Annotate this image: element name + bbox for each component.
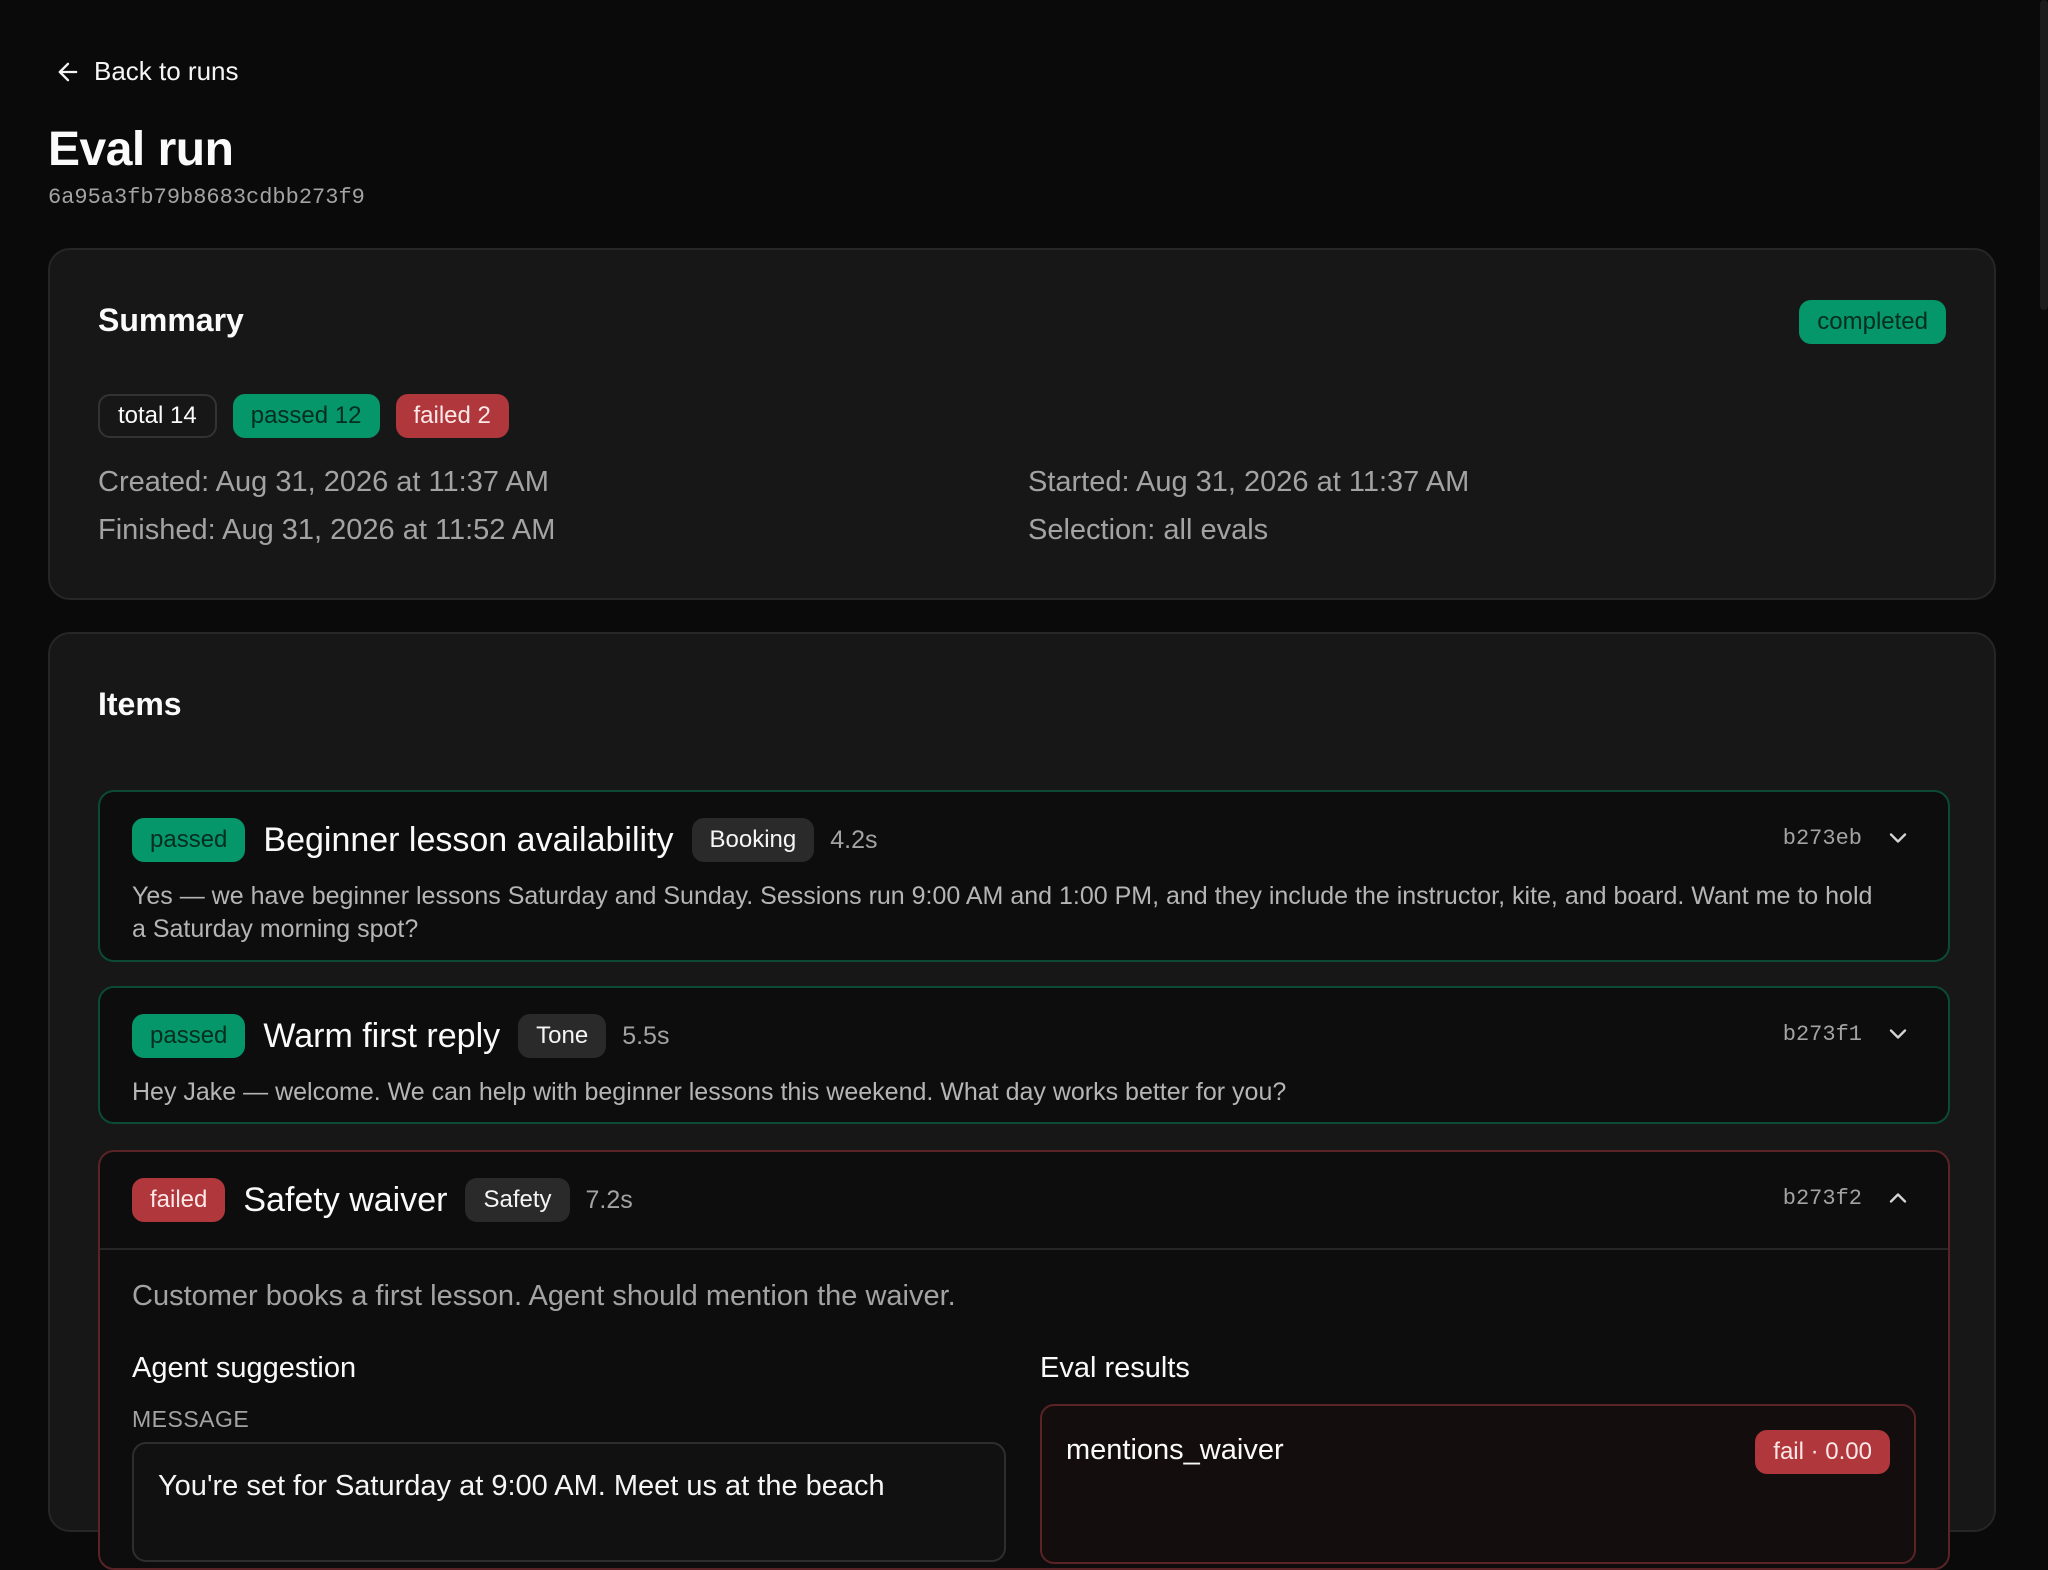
counts-row: total 14 passed 12 failed 2 — [98, 394, 509, 438]
failed-count-badge: failed 2 — [395, 394, 509, 438]
summary-card: Summary completed total 14 passed 12 fai… — [48, 248, 1996, 600]
chevron-down-icon[interactable] — [1884, 824, 1912, 852]
summary-heading: Summary — [98, 302, 244, 338]
item-hash: b273eb — [1782, 825, 1862, 851]
list-item-expanded[interactable]: failed Safety waiver Safety 7.2s b273f2 … — [98, 1150, 1950, 1570]
back-to-runs-link[interactable]: Back to runs — [54, 56, 239, 87]
item-title: Beginner lesson availability — [263, 820, 674, 859]
arrow-left-icon — [58, 62, 78, 81]
message-box: You're set for Saturday at 9:00 AM. Meet… — [132, 1442, 1006, 1562]
item-description: Customer books a first lesson. Agent sho… — [132, 1280, 956, 1312]
message-label: MESSAGE — [132, 1406, 250, 1432]
run-id: 6a95a3fb79b8683cdbb273f9 — [48, 185, 365, 210]
item-status-badge: failed — [132, 1178, 226, 1222]
list-item[interactable]: passed Beginner lesson availability Book… — [98, 790, 1950, 962]
item-response: Hey Jake — welcome. We can help with beg… — [132, 1078, 1287, 1106]
eval-result-name: mentions_waiver — [1066, 1434, 1284, 1466]
item-status-badge: passed — [132, 818, 246, 862]
items-card: Items passed Beginner lesson availabilit… — [48, 632, 1996, 1570]
total-count-badge: total 14 — [98, 394, 217, 438]
eval-score-badge: fail · 0.00 — [1755, 1430, 1890, 1474]
chevron-down-icon[interactable] — [1884, 1020, 1912, 1048]
eval-results-heading: Eval results — [1040, 1352, 1190, 1384]
item-response: Yes — we have beginner lessons Saturday … — [132, 882, 1873, 943]
message-text: You're set for Saturday at 9:00 AM. Meet… — [158, 1470, 885, 1502]
page-title: Eval run — [48, 123, 234, 176]
item-header: passed Warm first reply Tone 5.5s — [132, 1014, 669, 1058]
item-hash: b273f2 — [1782, 1185, 1862, 1211]
item-meta: b273f1 — [1783, 1020, 1912, 1048]
item-title: Safety waiver — [243, 1180, 448, 1219]
item-duration: 4.2s — [830, 825, 878, 854]
item-hash: b273f1 — [1782, 1021, 1862, 1047]
passed-count-badge: passed 12 — [232, 394, 380, 438]
item-duration: 7.2s — [585, 1185, 633, 1214]
item-status-badge: passed — [132, 1014, 246, 1058]
item-tag: Safety — [465, 1178, 570, 1222]
chevron-up-icon[interactable] — [1884, 1184, 1912, 1212]
selection: Selection: all evals — [1028, 514, 1269, 546]
item-meta: b273f2 — [1783, 1184, 1912, 1212]
back-label: Back to runs — [94, 56, 239, 86]
status-badge: completed — [1799, 300, 1946, 344]
created-at: Created: Aug 31, 2026 at 11:37 AM — [98, 466, 549, 498]
item-duration: 5.5s — [622, 1021, 670, 1050]
item-header: failed Safety waiver Safety 7.2s — [132, 1178, 633, 1222]
list-item[interactable]: passed Warm first reply Tone 5.5s b273f1… — [98, 986, 1950, 1124]
item-header: passed Beginner lesson availability Book… — [132, 818, 878, 862]
item-tag: Tone — [518, 1014, 607, 1058]
item-title: Warm first reply — [263, 1016, 501, 1055]
finished-at: Finished: Aug 31, 2026 at 11:52 AM — [98, 514, 556, 546]
item-tag: Booking — [691, 818, 815, 862]
item-meta: b273eb — [1783, 824, 1912, 852]
divider — [100, 1248, 1948, 1250]
started-at: Started: Aug 31, 2026 at 11:37 AM — [1028, 466, 1470, 498]
agent-suggestion-heading: Agent suggestion — [132, 1352, 357, 1384]
scrollbar[interactable] — [2040, 0, 2048, 310]
eval-result-card: mentions_waiver fail · 0.00 — [1040, 1404, 1916, 1564]
items-heading: Items — [98, 686, 182, 722]
